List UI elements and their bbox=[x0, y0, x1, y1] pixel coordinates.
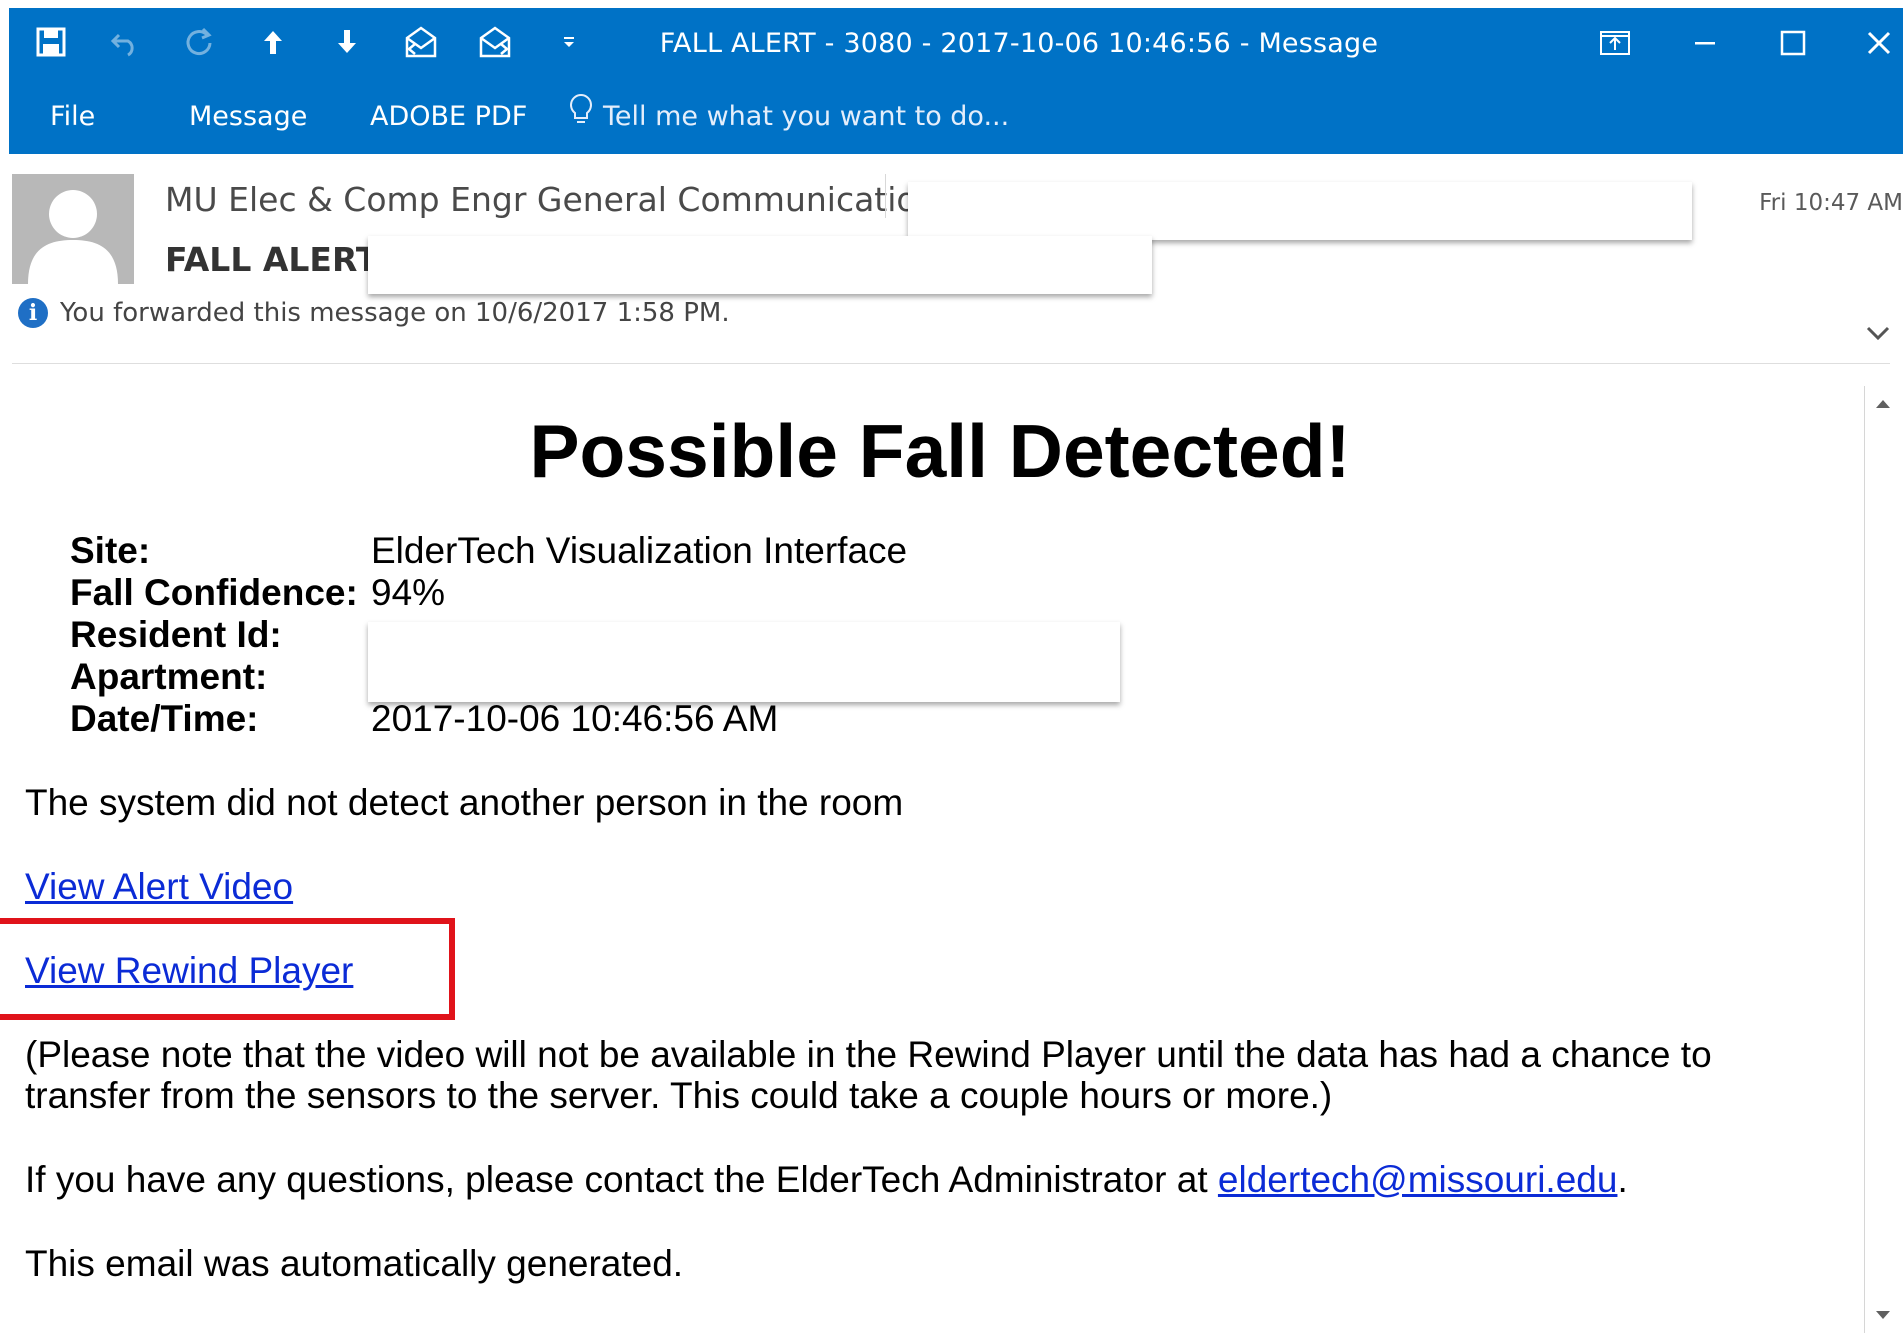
title-bar: FALL ALERT - 3080 - 2017-10-06 10:46:56 … bbox=[9, 8, 1903, 130]
info-icon: i bbox=[18, 298, 48, 328]
tell-me-search[interactable]: Tell me what you want to do... bbox=[569, 79, 1009, 154]
date-time-label: Date/Time: bbox=[70, 698, 259, 739]
redacted-recipients bbox=[908, 182, 1692, 240]
tab-adobe-pdf[interactable]: ADOBE PDF bbox=[370, 79, 527, 154]
site-label: Site: bbox=[70, 530, 151, 571]
header-divider bbox=[885, 174, 886, 218]
close-icon[interactable] bbox=[1851, 18, 1903, 68]
message-body: Possible Fall Detected! Site: ElderTech … bbox=[0, 364, 1860, 1333]
highlight-annotation-box bbox=[0, 918, 455, 1020]
view-alert-video-link[interactable]: View Alert Video bbox=[25, 866, 293, 907]
customize-toolbar-icon[interactable] bbox=[549, 22, 589, 62]
tell-me-placeholder: Tell me what you want to do... bbox=[603, 101, 1010, 132]
auto-generated-note: This email was automatically generated. bbox=[25, 1243, 684, 1284]
vertical-scrollbar[interactable] bbox=[1864, 386, 1901, 1333]
reply-icon[interactable] bbox=[401, 22, 441, 62]
alert-heading: Possible Fall Detected! bbox=[529, 409, 1351, 493]
forward-icon[interactable] bbox=[475, 22, 515, 62]
fall-confidence-value: 94% bbox=[371, 572, 446, 613]
resident-id-label: Resident Id: bbox=[70, 614, 282, 655]
message-header: MU Elec & Comp Engr General Communicatio… bbox=[0, 154, 1903, 364]
save-icon[interactable] bbox=[31, 22, 71, 62]
received-time: Fri 10:47 AM bbox=[1759, 190, 1903, 216]
undo-icon[interactable] bbox=[105, 22, 145, 62]
availability-note: (Please note that the video will not be … bbox=[25, 1034, 1712, 1116]
maximize-icon[interactable] bbox=[1765, 18, 1821, 68]
sender-name[interactable]: MU Elec & Comp Engr General Communicatio… bbox=[165, 180, 938, 219]
admin-email-link[interactable]: eldertech@missouri.edu bbox=[1218, 1159, 1618, 1200]
ribbon: File Message ADOBE PDF Tell me what you … bbox=[9, 79, 1903, 154]
apartment-label: Apartment: bbox=[70, 656, 268, 697]
redacted-subject bbox=[368, 236, 1152, 294]
tab-message[interactable]: Message bbox=[189, 79, 307, 154]
redo-icon[interactable] bbox=[179, 22, 219, 62]
contact-text: If you have any questions, please contac… bbox=[25, 1159, 1218, 1200]
forward-info-text: You forwarded this message on 10/6/2017 … bbox=[60, 298, 730, 328]
sender-avatar bbox=[12, 174, 134, 284]
chevron-down-icon[interactable] bbox=[1865, 324, 1891, 346]
next-item-icon[interactable] bbox=[327, 22, 367, 62]
ribbon-display-options-icon[interactable] bbox=[1587, 18, 1643, 68]
lightbulb-icon bbox=[569, 79, 593, 154]
date-time-value: 2017-10-06 10:46:56 AM bbox=[371, 698, 779, 739]
room-note: The system did not detect another person… bbox=[25, 782, 904, 823]
minimize-icon[interactable] bbox=[1677, 18, 1733, 68]
tab-file[interactable]: File bbox=[50, 79, 95, 154]
redacted-resident-details bbox=[368, 622, 1120, 702]
contact-line: If you have any questions, please contac… bbox=[25, 1159, 1628, 1200]
fall-confidence-label: Fall Confidence: bbox=[70, 572, 358, 613]
contact-period: . bbox=[1617, 1159, 1628, 1200]
site-value: ElderTech Visualization Interface bbox=[371, 530, 908, 571]
scroll-down-icon[interactable] bbox=[1865, 1297, 1901, 1333]
window-title: FALL ALERT - 3080 - 2017-10-06 10:46:56 … bbox=[659, 28, 1379, 130]
previous-item-icon[interactable] bbox=[253, 22, 293, 62]
forward-info-bar: i You forwarded this message on 10/6/201… bbox=[18, 298, 730, 328]
